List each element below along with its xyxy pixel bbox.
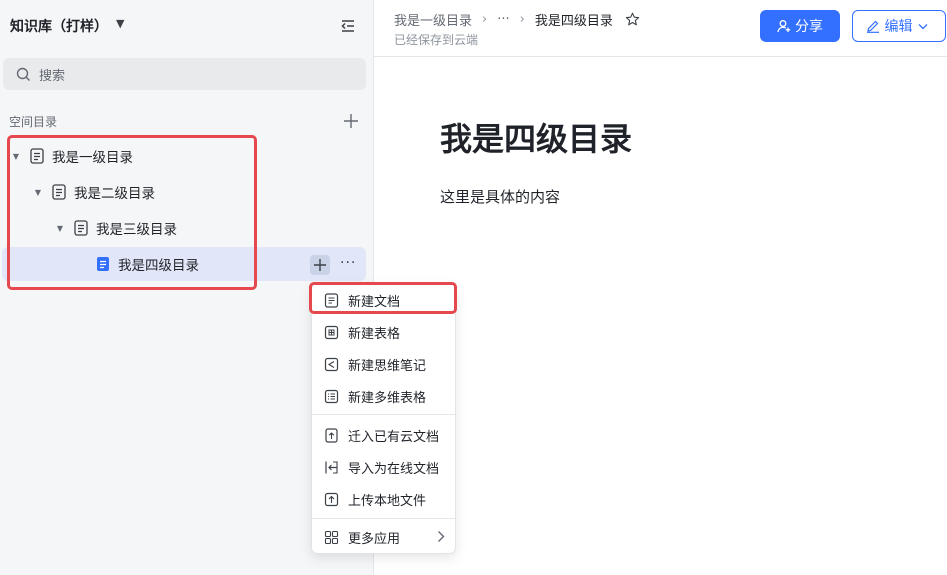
document-icon: [74, 220, 88, 236]
star-icon[interactable]: [625, 12, 640, 27]
chevron-right-icon: ›: [519, 12, 525, 27]
knowledge-base-title[interactable]: 知识库（打样）: [10, 16, 108, 36]
tree-item-label: 我是三级目录: [96, 222, 177, 238]
document-area[interactable]: 我是四级目录 这里是具体的内容: [374, 58, 947, 575]
search-input[interactable]: 搜索: [3, 58, 366, 90]
add-child-icon[interactable]: [310, 255, 330, 275]
tree-item-level-1[interactable]: ▼ 我是一级目录: [2, 139, 366, 173]
pencil-icon: [866, 20, 879, 33]
edit-button[interactable]: 编辑: [852, 10, 946, 42]
expand-caret-icon[interactable]: ▼: [12, 152, 20, 161]
edit-button-label: 编辑: [884, 19, 913, 35]
share-user-icon: [777, 20, 791, 33]
import-icon: [324, 460, 339, 475]
chevron-right-icon: ›: [482, 12, 488, 27]
share-button[interactable]: 分享: [760, 10, 840, 42]
add-node-icon[interactable]: [343, 113, 359, 129]
expand-caret-icon[interactable]: ▼: [56, 224, 64, 233]
save-status: 已经保存到云端: [394, 33, 479, 47]
tree-item-label: 我是四级目录: [118, 258, 199, 274]
document-icon: [52, 184, 66, 200]
doc-icon: [324, 292, 339, 308]
document-icon: [30, 148, 44, 164]
document-body[interactable]: 这里是具体的内容: [440, 186, 560, 207]
more-options-icon[interactable]: ···: [340, 255, 356, 271]
tree-item-level-4[interactable]: 我是四级目录 ···: [2, 247, 366, 281]
breadcrumb-item-first[interactable]: 我是一级目录: [394, 10, 472, 29]
kb-dropdown-caret-icon[interactable]: ▼: [116, 17, 124, 30]
document-title[interactable]: 我是四级目录: [440, 114, 632, 160]
collapse-sidebar-icon[interactable]: [338, 16, 358, 36]
breadcrumb-current: 我是四级目录: [534, 14, 613, 29]
search-icon: [16, 67, 30, 81]
mindnote-icon: [324, 357, 339, 372]
document-active-icon: [96, 256, 110, 272]
apps-icon: [324, 530, 339, 545]
space-directory-label: 空间目录: [9, 115, 58, 129]
tree-item-label: 我是二级目录: [74, 186, 155, 202]
breadcrumb: 我是一级目录 › ··· › 我是四级目录: [394, 10, 640, 29]
share-button-label: 分享: [795, 19, 823, 35]
search-placeholder: 搜索: [39, 68, 66, 84]
bitable-icon: [324, 389, 339, 404]
sheet-icon: [324, 325, 339, 340]
tree-item-level-2[interactable]: ▼ 我是二级目录: [2, 175, 366, 209]
tree-item-label: 我是一级目录: [52, 150, 133, 166]
breadcrumb-ellipsis[interactable]: ···: [497, 12, 509, 27]
top-bar: 我是一级目录 › ··· › 我是四级目录 已经保存到云端 分享 编辑: [374, 0, 947, 57]
upload-icon: [324, 492, 339, 507]
move-in-icon: [324, 427, 339, 443]
expand-caret-icon[interactable]: ▼: [34, 188, 42, 197]
tree-item-level-3[interactable]: ▼ 我是三级目录: [2, 211, 366, 245]
chevron-down-icon: [918, 23, 927, 29]
